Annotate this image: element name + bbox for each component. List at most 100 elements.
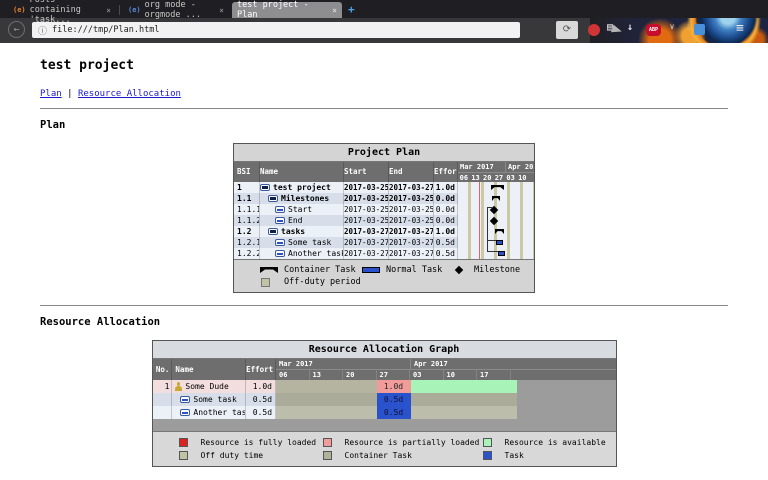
day-label: 03 xyxy=(410,370,444,380)
table-row[interactable]: 1.2.1 Some task 2017-03-27 2017-03-27 0.… xyxy=(234,237,534,248)
tab-test-project-active[interactable]: test project - Plan × xyxy=(232,0,342,20)
table-row[interactable]: Some task 0.5d 0.5d xyxy=(152,393,616,406)
resource-name: Some Dude xyxy=(185,382,229,391)
person-icon xyxy=(174,382,182,391)
task-icon xyxy=(275,217,285,224)
dependency-line xyxy=(487,251,498,252)
task-legend-icon xyxy=(482,451,492,460)
col-header-name: Name xyxy=(260,162,344,182)
allocation-chart-cell: 0.5d xyxy=(276,393,616,406)
new-tab-button[interactable]: + xyxy=(348,3,355,16)
task-name: End xyxy=(288,216,303,225)
table-filler xyxy=(152,419,616,431)
gantt-container-bar xyxy=(495,229,504,234)
ublock-addon-icon[interactable] xyxy=(588,24,600,36)
task-name: Another task xyxy=(193,408,247,417)
col-header-end: End xyxy=(389,162,434,182)
col-header-start: Start xyxy=(344,162,389,182)
no-cell xyxy=(153,393,173,406)
browser-chrome: (e) Posts containing 'task... × (e) org … xyxy=(0,0,768,43)
effort-cell: 0.5d xyxy=(246,406,277,419)
task-icon xyxy=(275,239,285,246)
start-cell: 2017-03-25 xyxy=(344,193,389,204)
dependency-line xyxy=(487,207,488,251)
task-icon xyxy=(275,206,285,213)
download-icon[interactable]: ↓ xyxy=(622,22,638,33)
day-label: 20 xyxy=(343,370,377,380)
url-bar[interactable]: ⓘ file:///tmp/Plan.html xyxy=(32,22,520,38)
table-row[interactable]: 1 test project 2017-03-25 2017-03-27 1.0… xyxy=(234,182,534,193)
hamburger-menu-icon[interactable]: ≡ xyxy=(736,21,744,36)
normal-task-legend-icon xyxy=(362,267,380,273)
task-name: Another task xyxy=(288,249,344,258)
tab-orgmode[interactable]: (e) org mode - orgmode ... × xyxy=(123,0,229,20)
nav-link-plan[interactable]: Plan xyxy=(40,89,62,99)
col-header-name: Name xyxy=(172,359,247,380)
start-cell: 2017-03-25 xyxy=(344,204,389,215)
reload-button[interactable]: ⟳ xyxy=(556,21,578,39)
gantt-cell xyxy=(458,226,534,237)
table-row[interactable]: 1.1.1 Start 2017-03-25 2017-03-25 0.0d xyxy=(234,204,534,215)
bsi-cell: 1.2.1 xyxy=(234,237,260,248)
gantt-container-bar xyxy=(492,196,500,201)
resource-allocation-table: Resource Allocation Graph No. Name Effor… xyxy=(151,340,617,467)
day-label: 17 xyxy=(477,370,511,380)
bsi-cell: 1.1.1 xyxy=(234,204,260,215)
effort-cell: 1.0d xyxy=(434,226,458,237)
chevron-down-icon[interactable]: ∨ xyxy=(664,22,680,31)
table-row[interactable]: 1.1 Milestones 2017-03-25 2017-03-25 0.0… xyxy=(234,193,534,204)
end-cell: 2017-03-25 xyxy=(389,204,434,215)
close-icon[interactable]: × xyxy=(332,6,337,15)
container-task-icon xyxy=(268,228,278,235)
partially-loaded-cell: 1.0d xyxy=(376,380,411,393)
legend-label: Container Task xyxy=(344,451,412,460)
nav-link-resource-allocation[interactable]: Resource Allocation xyxy=(78,89,181,99)
legend-label: Task xyxy=(504,451,524,460)
tab-title: org mode - orgmode ... xyxy=(144,0,201,20)
container-task-icon xyxy=(268,195,278,202)
effort-cell: 0.5d xyxy=(434,248,458,259)
pocket-addon-icon[interactable] xyxy=(611,24,623,36)
table-row[interactable]: 1 Some Dude 1.0d 1.0d xyxy=(152,380,616,393)
bsi-cell: 1.2.2 xyxy=(234,248,260,259)
resource-table-title: Resource Allocation Graph xyxy=(152,341,616,359)
addon-blue-icon[interactable] xyxy=(694,24,705,35)
legend-label: Resource is fully loaded xyxy=(200,438,317,447)
close-icon[interactable]: × xyxy=(106,6,111,15)
adblock-plus-icon[interactable]: ABP xyxy=(646,24,661,36)
end-cell: 2017-03-25 xyxy=(389,215,434,226)
legend-label: Off duty time xyxy=(200,451,264,460)
task-name: Milestones xyxy=(281,194,330,203)
table-row[interactable]: 1.2.2 Another task 2017-03-27 2017-03-27… xyxy=(234,248,534,259)
container-time-cell xyxy=(410,406,517,419)
day-label: 03 xyxy=(506,174,515,182)
day-label: 13 xyxy=(471,174,480,182)
task-icon xyxy=(180,409,191,416)
divider xyxy=(40,305,728,306)
end-cell: 2017-03-27 xyxy=(389,237,434,248)
gantt-cell xyxy=(458,237,534,248)
start-cell: 2017-03-27 xyxy=(344,237,389,248)
close-icon[interactable]: × xyxy=(219,6,224,15)
tab-posts[interactable]: (e) Posts containing 'task... × xyxy=(8,0,116,25)
table-row[interactable]: 1.1.2 End 2017-03-25 2017-03-25 0.0d xyxy=(234,215,534,226)
no-cell xyxy=(153,406,173,419)
legend-label: Resource is available xyxy=(504,438,606,447)
legend-label: Milestone xyxy=(474,265,521,275)
table-row[interactable]: Another task 0.5d 0.5d xyxy=(152,406,616,419)
start-cell: 2017-03-25 xyxy=(344,182,389,193)
allocation-chart-cell: 1.0d xyxy=(276,380,616,393)
gantt-container-bar xyxy=(491,185,504,190)
day-label: 10 xyxy=(518,174,527,182)
month-label: Apr 2017 xyxy=(505,162,534,172)
page-info-icon[interactable]: ⓘ xyxy=(38,24,47,37)
container-task-legend-icon xyxy=(260,267,278,273)
day-label: 10 xyxy=(444,370,477,380)
table-row[interactable]: 1.2 tasks 2017-03-27 2017-03-27 1.0d xyxy=(234,226,534,237)
navigation-toolbar: ← ⓘ file:///tmp/Plan.html ⟳ ☆ ▤ ↓ ABP ∨ … xyxy=(0,18,768,43)
back-button[interactable]: ← xyxy=(8,21,25,38)
no-cell: 1 xyxy=(153,380,173,393)
task-name: Start xyxy=(288,205,313,214)
plan-table-title: Project Plan xyxy=(234,144,534,162)
start-cell: 2017-03-27 xyxy=(344,226,389,237)
